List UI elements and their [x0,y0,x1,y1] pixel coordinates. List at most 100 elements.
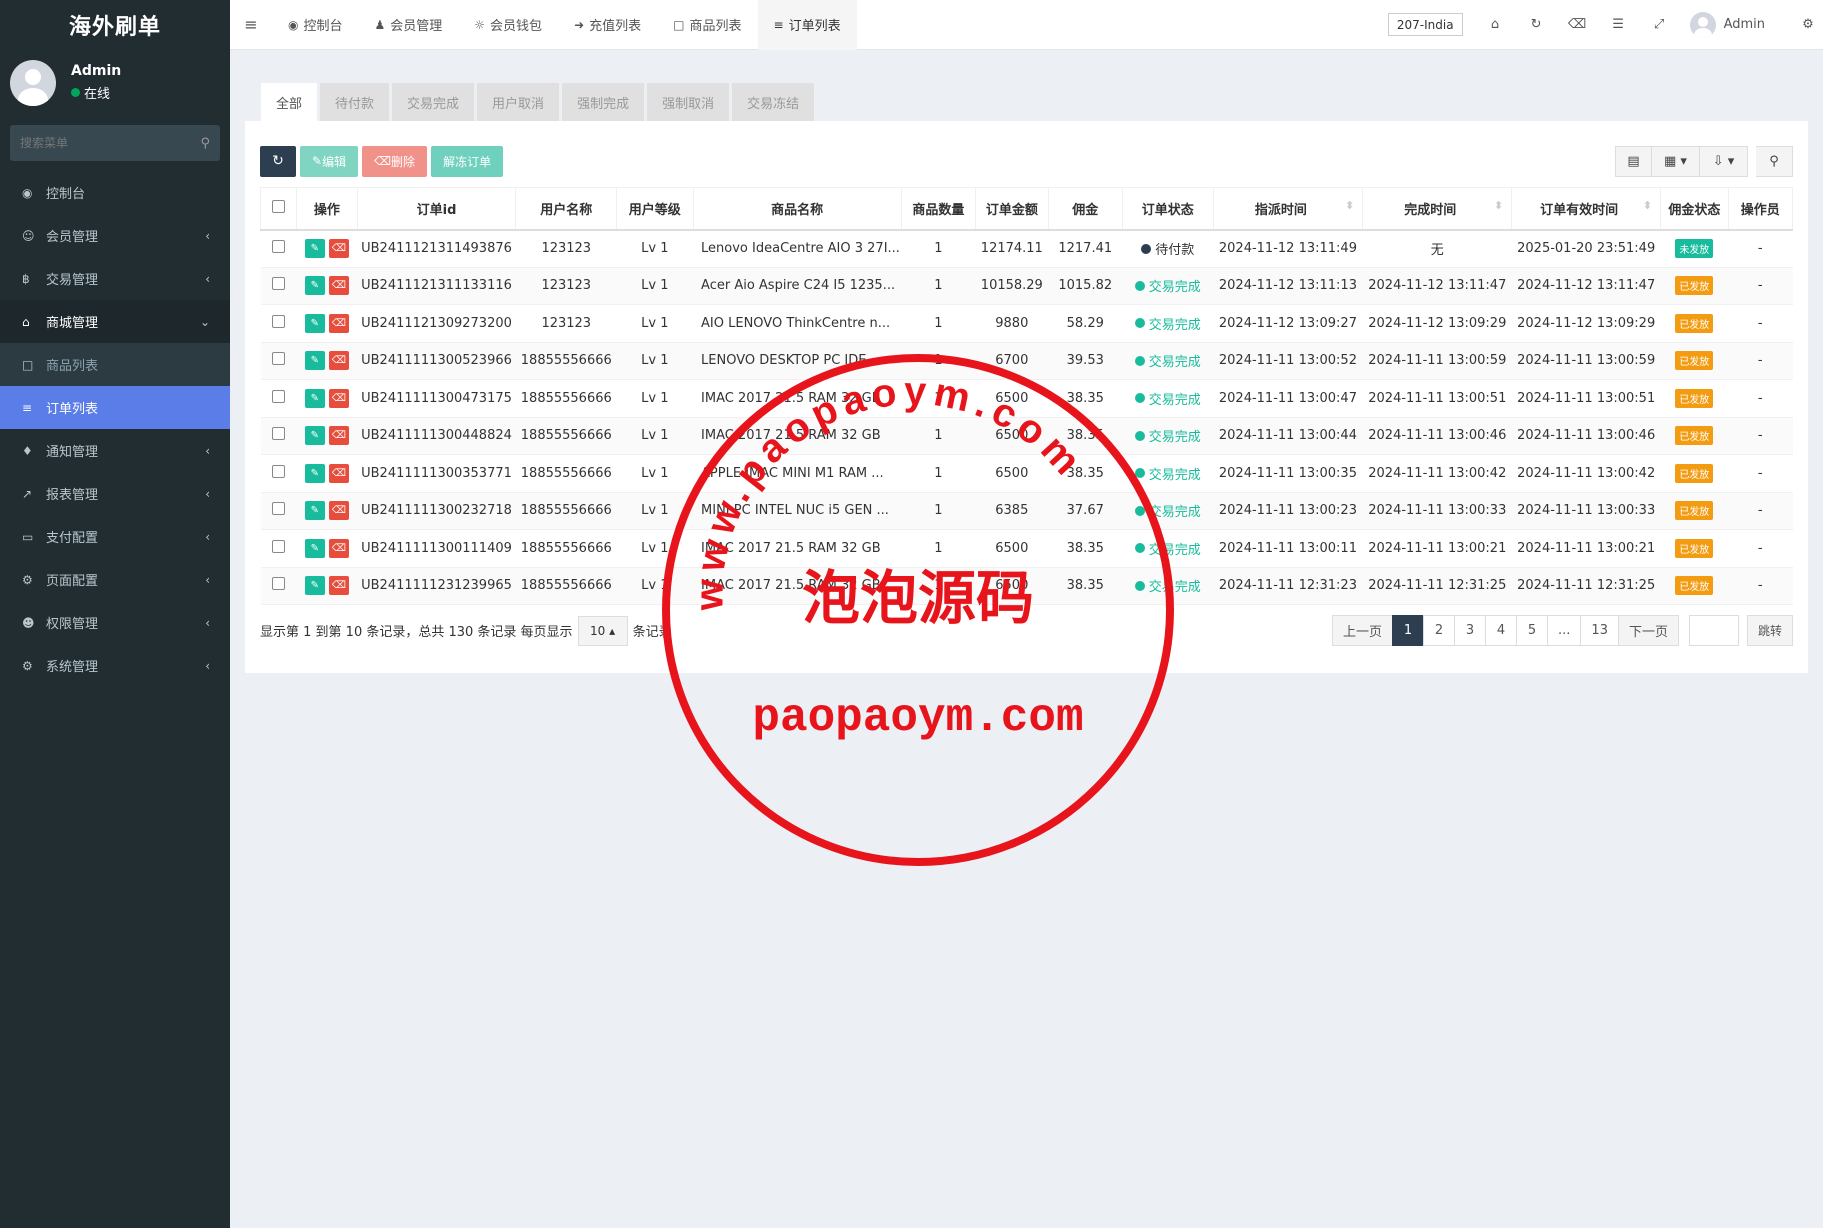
page-button[interactable]: 13 [1580,615,1619,646]
search-input[interactable] [20,136,180,150]
col-header[interactable]: 指派时间 [1212,187,1364,231]
sidebar-item-mall[interactable]: ⌂ 商城管理 ⌄ [0,300,230,343]
jump-button[interactable]: 跳转 [1746,615,1793,646]
export-button[interactable]: ⇩ ▾ [1700,145,1748,177]
row-checkbox[interactable] [272,352,286,366]
tab-orders[interactable]: ≡ 订单列表 [757,0,857,50]
row-edit-button[interactable]: ✎ [304,463,325,483]
row-checkbox[interactable] [272,464,286,478]
unfreeze-button[interactable]: 解冻订单 [431,145,504,177]
page-button[interactable]: 4 [1485,615,1518,646]
admin-name[interactable]: Admin [1724,17,1765,32]
trash-icon[interactable]: ⌫ [1557,17,1598,32]
search-button[interactable]: ⚲ [1756,145,1793,177]
table-row[interactable]: ✎ ⌫ UB2411111300473175 18855556666 Lv 1 IMAC … [260,379,1793,418]
columns-button[interactable]: ▦ ▾ [1652,145,1700,177]
menu-toggle-icon[interactable]: ≡ [230,15,272,34]
filter-tab-all[interactable]: 全部 [261,83,318,121]
filter-tab-completed[interactable]: 交易完成 [392,83,475,121]
row-delete-button[interactable]: ⌫ [328,313,349,333]
sidebar-item-reports[interactable]: ↗ 报表管理 ‹ [0,472,230,515]
table-row[interactable]: ✎ ⌫ UB2411111300232718 18855556666 Lv 1 MINI … [260,492,1793,530]
page-button[interactable]: 5 [1516,615,1549,646]
row-delete-button[interactable]: ⌫ [328,351,349,371]
prev-page-button[interactable]: 上一页 [1332,615,1394,646]
sidebar-item-payment[interactable]: ▭ 支付配置 ‹ [0,515,230,558]
page-button[interactable]: 2 [1423,615,1456,646]
refresh-icon[interactable]: ↻ [1516,17,1557,32]
sidebar-item-notifications[interactable]: ♦ 通知管理 ‹ [0,429,230,472]
filter-tab-force-cancel[interactable]: 强制取消 [647,83,730,121]
row-checkbox[interactable] [272,240,286,253]
table-row[interactable]: ✎ ⌫ UB2411111300111409 18855556666 Lv 1 IMAC … [260,529,1793,568]
sidebar-item-permissions[interactable]: ☻ 权限管理 ‹ [0,601,230,644]
table-row[interactable]: ✎ ⌫ UB2411111231239965 18855556666 Lv 1 IMAC … [260,567,1793,605]
sidebar-item-dashboard[interactable]: ◉ 控制台 [0,171,230,214]
tab-products[interactable]: □ 商品列表 [657,0,757,50]
row-edit-button[interactable]: ✎ [304,501,325,521]
next-page-button[interactable]: 下一页 [1617,615,1679,646]
delete-button[interactable]: ⌫ 删除 [362,145,428,177]
sidebar-item-orders[interactable]: ≡ 订单列表 [0,386,230,429]
row-edit-button[interactable]: ✎ [304,351,325,371]
sidebar-item-system[interactable]: ⚙ 系统管理 ‹ [0,644,230,687]
table-row[interactable]: ✎ ⌫ UB2411111300523966 18855556666 Lv 1 LENOV… [260,342,1793,380]
row-checkbox[interactable] [272,314,286,328]
search-icon[interactable]: ⚲ [200,136,210,151]
row-checkbox[interactable] [272,577,286,591]
filter-tab-pending[interactable]: 待付款 [320,83,390,121]
filter-tab-frozen[interactable]: 交易冻结 [732,83,815,121]
tab-recharge[interactable]: ➜ 充值列表 [558,0,657,50]
row-edit-button[interactable]: ✎ [304,239,325,258]
page-size-select[interactable]: 10 ▴ [577,615,628,646]
row-edit-button[interactable]: ✎ [304,576,325,596]
toggle-view-button[interactable]: ▤ [1615,145,1652,177]
fullscreen-icon[interactable]: ⤢ [1639,17,1680,32]
row-delete-button[interactable]: ⌫ [328,426,349,446]
row-edit-button[interactable]: ✎ [304,313,325,333]
table-row[interactable]: ✎ ⌫ UB2411111300448824 18855556666 Lv 1 IMAC … [260,417,1793,455]
filter-tab-user-cancel[interactable]: 用户取消 [477,83,560,121]
row-delete-button[interactable]: ⌫ [328,538,349,558]
avatar[interactable] [1689,11,1716,38]
row-checkbox[interactable] [272,277,286,291]
row-edit-button[interactable]: ✎ [304,388,325,408]
tab-members[interactable]: ♟ 会员管理 [359,0,459,50]
row-delete-button[interactable]: ⌫ [328,276,349,296]
page-button[interactable]: 1 [1392,615,1425,646]
row-delete-button[interactable]: ⌫ [328,239,349,258]
brand-logo[interactable]: 海外刷单 [0,0,230,50]
table-row[interactable]: ✎ ⌫ UB2411121311133116 123123 Lv 1 Acer Aio A… [260,267,1793,305]
settings-icon[interactable]: ⚙ [1793,17,1823,32]
row-edit-button[interactable]: ✎ [304,276,325,296]
edit-button[interactable]: ✎ 编辑 [300,145,359,177]
select-all-checkbox[interactable] [272,199,286,213]
row-checkbox[interactable] [272,502,286,516]
tab-dashboard[interactable]: ◉ 控制台 [272,0,359,50]
row-checkbox[interactable] [272,539,286,553]
row-checkbox[interactable] [272,427,286,441]
table-row[interactable]: ✎ ⌫ UB2411121311493876 123123 Lv 1 Lenovo Ide… [260,229,1793,268]
sidebar-item-members[interactable]: ☺ 会员管理 ‹ [0,214,230,257]
region-select[interactable]: 207-India [1387,13,1463,36]
row-delete-button[interactable]: ⌫ [328,501,349,521]
row-delete-button[interactable]: ⌫ [328,463,349,483]
sidebar-item-trade[interactable]: ฿ 交易管理 ‹ [0,257,230,300]
translate-icon[interactable]: ☰ [1598,17,1639,32]
page-button[interactable]: 3 [1454,615,1487,646]
row-delete-button[interactable]: ⌫ [328,388,349,408]
sidebar-item-products[interactable]: □ 商品列表 [0,343,230,386]
jump-page-input[interactable] [1688,615,1739,646]
row-delete-button[interactable]: ⌫ [328,576,349,596]
refresh-button[interactable]: ↻ [260,145,296,177]
filter-tab-force-complete[interactable]: 强制完成 [562,83,645,121]
tab-wallet[interactable]: ☼ 会员钱包 [458,0,558,50]
home-icon[interactable]: ⌂ [1475,17,1516,32]
row-checkbox[interactable] [272,389,286,403]
row-edit-button[interactable]: ✎ [304,426,325,446]
row-edit-button[interactable]: ✎ [304,538,325,558]
table-row[interactable]: ✎ ⌫ UB2411121309273200 123123 Lv 1 AIO LENOVO… [260,304,1793,343]
sidebar-item-page-config[interactable]: ⚙ 页面配置 ‹ [0,558,230,601]
col-header[interactable]: 完成时间 [1362,187,1513,231]
table-row[interactable]: ✎ ⌫ UB2411111300353771 18855556666 Lv 1 APPLE… [260,454,1793,493]
